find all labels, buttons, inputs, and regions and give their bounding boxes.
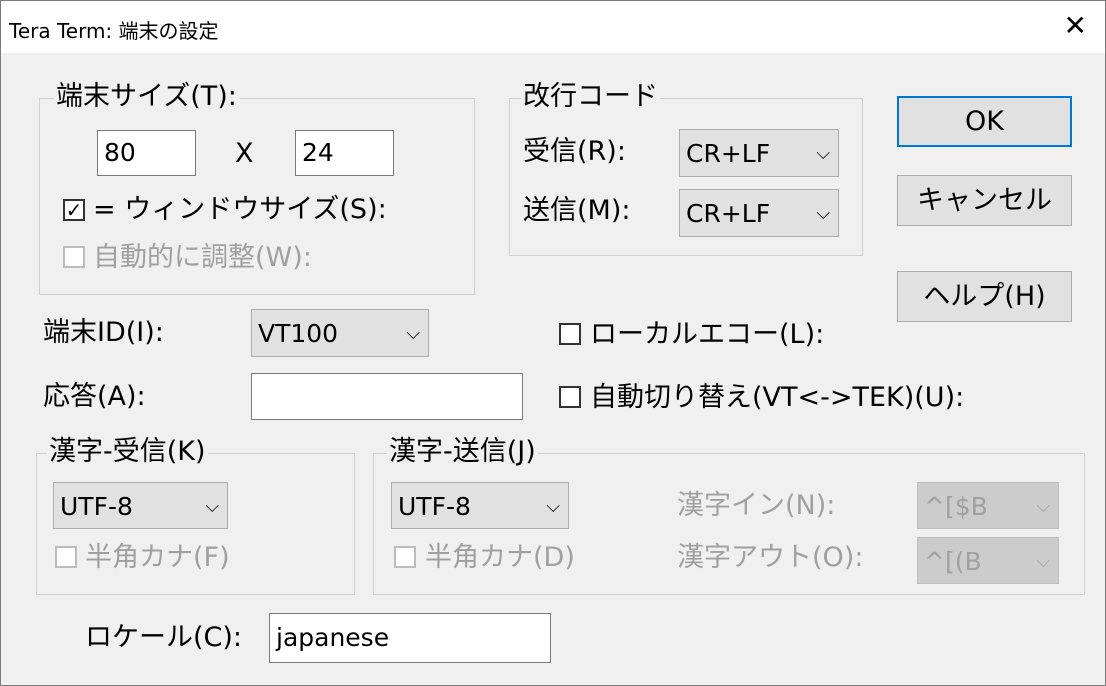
chevron-down-icon: ⌵	[205, 496, 219, 517]
kanji-receive-halfwidth-label: 半角カナ(F)	[85, 542, 230, 573]
kanji-transmit-select[interactable]: UTF-8 ⌵	[391, 482, 569, 529]
answerback-label: 応答(A):	[43, 381, 146, 412]
kanji-transmit-halfwidth-checkbox[interactable]	[394, 546, 416, 568]
chevron-down-icon: ⌵	[1036, 496, 1050, 517]
newline-legend: 改行コード	[521, 81, 660, 113]
columns-input[interactable]: 80	[97, 130, 196, 176]
terminal-id-value: VT100	[258, 319, 339, 348]
kanji-receive-select[interactable]: UTF-8 ⌵	[53, 482, 228, 529]
local-echo-label: ローカルエコー(L):	[590, 319, 825, 350]
answerback-input[interactable]	[251, 373, 523, 420]
chevron-down-icon: ⌵	[546, 496, 560, 517]
kanji-transmit-value: UTF-8	[398, 492, 471, 521]
check-icon: ✓	[65, 198, 83, 222]
chevron-down-icon: ⌵	[816, 203, 830, 224]
kanji-receive-value: UTF-8	[60, 492, 133, 521]
auto-resize-label: 自動的に調整(W):	[93, 242, 312, 273]
kanji-in-select[interactable]: ^[$B ⌵	[917, 482, 1059, 529]
chevron-down-icon: ⌵	[406, 323, 420, 344]
terminal-size-legend: 端末サイズ(T):	[54, 81, 239, 113]
close-icon[interactable]: ✕	[1064, 9, 1087, 43]
terminal-id-label: 端末ID(I):	[43, 317, 164, 348]
receive-newline-select[interactable]: CR+LF ⌵	[679, 129, 839, 177]
ok-button[interactable]: OK	[897, 96, 1072, 147]
transmit-newline-value: CR+LF	[686, 199, 771, 228]
chevron-down-icon: ⌵	[816, 143, 830, 164]
window-size-label: = ウィンドウサイズ(S):	[93, 194, 387, 225]
kanji-receive-halfwidth-checkbox[interactable]	[55, 546, 77, 568]
receive-label: 受信(R):	[523, 136, 626, 167]
kanji-out-label: 漢字アウト(O):	[677, 542, 864, 573]
kanji-out-select[interactable]: ^[(B ⌵	[917, 537, 1059, 584]
window-size-checkbox[interactable]: ✓	[63, 199, 85, 221]
transmit-label: 送信(M):	[523, 195, 631, 226]
locale-input[interactable]: japanese	[269, 613, 551, 663]
kanji-in-value: ^[$B	[924, 492, 988, 521]
local-echo-checkbox[interactable]	[559, 323, 581, 345]
kanji-in-label: 漢字イン(N):	[677, 490, 836, 521]
terminal-id-select[interactable]: VT100 ⌵	[251, 309, 429, 357]
kanji-transmit-halfwidth-label: 半角カナ(D)	[425, 542, 575, 573]
chevron-down-icon: ⌵	[1036, 551, 1050, 572]
auto-switch-checkbox[interactable]	[559, 386, 581, 408]
terminal-settings-dialog: Tera Term: 端末の設定 ✕ 端末サイズ(T): 80 X 24 ✓ =…	[0, 0, 1106, 686]
auto-switch-label: 自動切り替え(VT<->TEK)(U):	[590, 382, 965, 413]
size-separator: X	[235, 138, 254, 169]
rows-input[interactable]: 24	[295, 130, 394, 176]
kanji-receive-legend: 漢字-受信(K)	[47, 436, 208, 468]
cancel-button[interactable]: キャンセル	[897, 175, 1072, 226]
kanji-out-value: ^[(B	[924, 547, 982, 576]
title-bar: Tera Term: 端末の設定 ✕	[1, 1, 1105, 53]
locale-label: ロケール(C):	[85, 622, 243, 653]
kanji-transmit-legend: 漢字-送信(J)	[387, 436, 538, 468]
receive-newline-value: CR+LF	[686, 139, 771, 168]
window-title: Tera Term: 端末の設定	[9, 19, 219, 43]
help-button[interactable]: ヘルプ(H)	[897, 271, 1072, 322]
transmit-newline-select[interactable]: CR+LF ⌵	[679, 189, 839, 237]
auto-resize-checkbox[interactable]	[63, 246, 85, 268]
